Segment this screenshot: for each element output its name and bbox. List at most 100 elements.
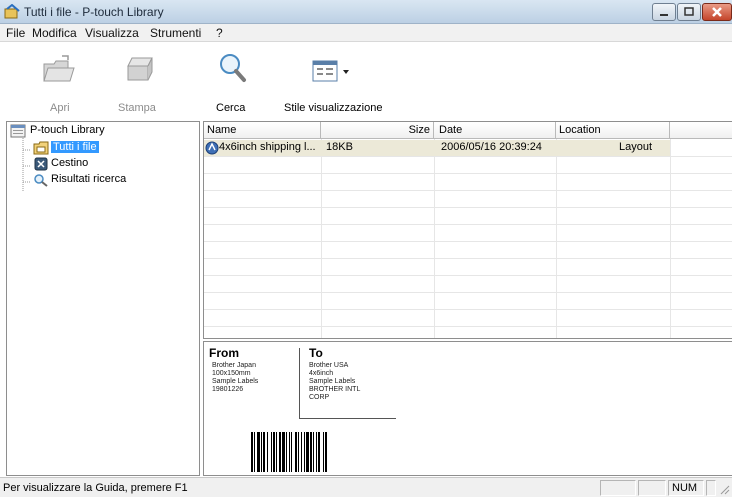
barcode-bar [286, 432, 287, 472]
grid-line [204, 241, 732, 242]
column-header-empty [670, 122, 732, 139]
resize-grip-icon[interactable] [718, 483, 730, 495]
to-line: 4x6inch [309, 370, 334, 377]
grid-line [204, 326, 732, 327]
trash-icon [34, 157, 48, 171]
close-button[interactable] [702, 3, 732, 21]
file-date-cell: 2006/05/16 20:39:24 [441, 141, 542, 153]
status-panel [600, 480, 636, 496]
menu-modifica[interactable]: Modifica [32, 26, 77, 40]
barcode-bar [291, 432, 292, 472]
file-name-cell: 4x6inch shipping l... [219, 141, 316, 153]
print-button[interactable]: Stampa [112, 42, 172, 120]
barcode-bar [251, 432, 253, 472]
tree-item-label: Risultati ricerca [51, 173, 127, 185]
barcode-bar [261, 432, 262, 472]
open-button[interactable]: Apri [40, 42, 90, 120]
close-icon [712, 7, 722, 17]
title-bar: Tutti i file - P-touch Library [0, 0, 732, 24]
app-icon [4, 4, 20, 19]
tree-item-cestino[interactable]: Cestino [33, 156, 153, 172]
layout-file-icon [205, 141, 219, 155]
label-divider [299, 348, 300, 418]
tree-item-tutti-i-file[interactable]: Tutti i file [33, 140, 153, 156]
search-button[interactable]: Cerca [214, 42, 264, 120]
grid-line [204, 224, 732, 225]
barcode-bar [273, 432, 275, 472]
from-line: Brother Japan [212, 362, 256, 369]
barcode-bar [313, 432, 314, 472]
grid-line [204, 173, 732, 174]
column-header-date[interactable]: Date [434, 122, 556, 139]
search-results-icon [34, 174, 48, 187]
search-label: Cerca [216, 102, 246, 114]
printer-icon [127, 57, 153, 81]
barcode-bar [267, 432, 268, 472]
tree-item-label: Cestino [51, 157, 89, 169]
toolbar: Apri Stampa Cerca Stile visualizzazione [0, 42, 732, 120]
library-icon [10, 124, 26, 138]
maximize-icon [684, 7, 694, 16]
column-header-size[interactable]: Size [321, 122, 434, 139]
barcode-bar [306, 432, 309, 472]
barcode-bar [325, 432, 327, 472]
barcode-bar [316, 432, 317, 472]
to-line: CORP [309, 394, 330, 401]
tree-item-root[interactable]: P-touch Library [10, 123, 190, 139]
grid-line [204, 292, 732, 293]
menu-help[interactable]: ? [216, 26, 223, 40]
grid-line [204, 190, 732, 191]
grid-line [204, 156, 732, 157]
grid-line [204, 207, 732, 208]
barcode-bar [271, 432, 272, 472]
barcode-bar [323, 432, 324, 472]
window-title: Tutti i file - P-touch Library [24, 5, 164, 19]
menu-bar: File Modifica Visualizza Strumenti ? [0, 24, 732, 42]
status-bar: Per visualizzare la Guida, premere F1 NU… [0, 477, 732, 497]
maximize-button[interactable] [677, 3, 701, 21]
column-header-location[interactable]: Location [556, 122, 670, 139]
menu-file[interactable]: File [6, 26, 25, 40]
file-list: Name Size Date Location 4x6inch shipping… [203, 121, 732, 339]
grid-line [204, 258, 732, 259]
status-num-indicator: NUM [668, 480, 704, 496]
barcode-bar [295, 432, 297, 472]
barcode-bar [318, 432, 320, 472]
view-style-icon [312, 60, 349, 82]
menu-strumenti[interactable]: Strumenti [150, 26, 201, 40]
barcode-bar [310, 432, 312, 472]
minimize-button[interactable] [652, 3, 676, 21]
barcode-bar [304, 432, 305, 472]
table-row[interactable]: 4x6inch shipping l... 18KB 2006/05/16 20… [204, 140, 670, 156]
barcode-bar [298, 432, 299, 472]
grid-line [204, 275, 732, 276]
tree-root-label: P-touch Library [30, 124, 105, 136]
tree-item-risultati-ricerca[interactable]: Risultati ricerca [33, 172, 173, 188]
view-style-label: Stile visualizzazione [284, 102, 383, 114]
from-line: 19801226 [212, 386, 244, 393]
from-heading: From [209, 346, 239, 360]
column-header-name[interactable]: Name [204, 122, 321, 139]
to-line: Sample Labels [309, 378, 356, 385]
menu-visualizza[interactable]: Visualizza [85, 26, 139, 40]
library-tree: P-touch Library Tutti i file Cestino Ris… [6, 121, 200, 476]
to-heading: To [309, 346, 323, 360]
barcode-bar [301, 432, 302, 472]
grid-line [204, 309, 732, 310]
barcode-bar [263, 432, 265, 472]
status-panel [706, 480, 716, 496]
view-style-button[interactable]: Stile visualizzazione [282, 42, 392, 120]
label-thumbnail: From Brother Japan 100x150mm Sample Labe… [206, 344, 396, 475]
barcode-bar [257, 432, 260, 472]
barcode-bar [276, 432, 277, 472]
to-line: Brother USA [309, 362, 349, 369]
file-size-cell: 18KB [326, 141, 353, 153]
status-help-text: Per visualizzare la Guida, premere F1 [3, 482, 188, 494]
tree-item-label: Tutti i file [51, 141, 99, 153]
open-folder-icon [43, 55, 75, 82]
barcode-graphic [251, 432, 327, 472]
barcode-bar [254, 432, 255, 472]
barcode-bar [279, 432, 281, 472]
label-divider [299, 418, 396, 419]
file-location-cell: Layout [619, 141, 653, 153]
